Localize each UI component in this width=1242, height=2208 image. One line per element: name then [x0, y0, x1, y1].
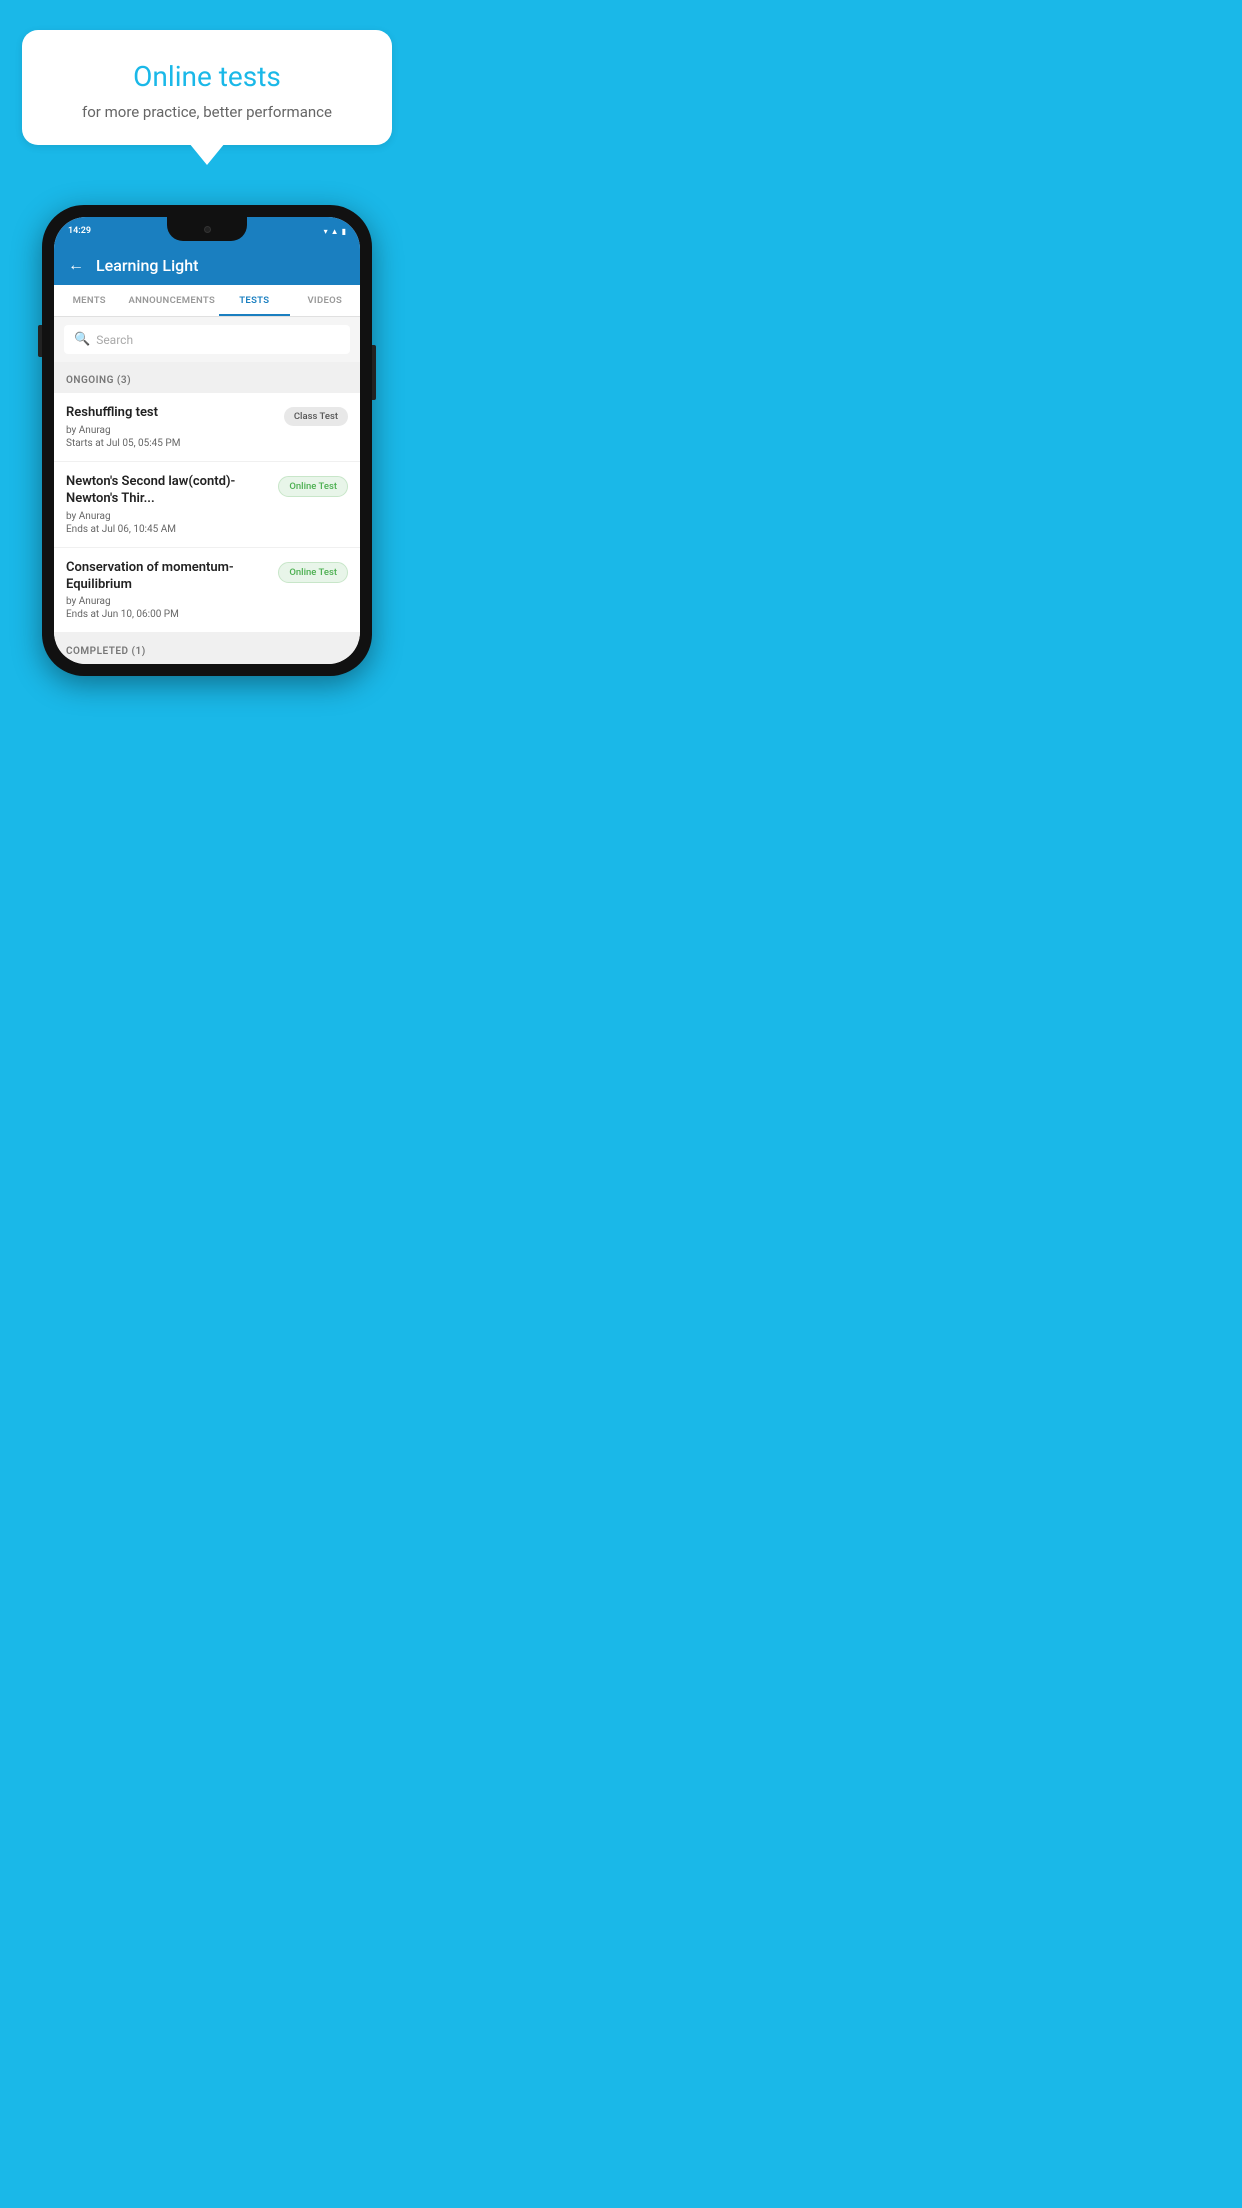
ongoing-title: ONGOING (3) [66, 375, 131, 386]
test-author-2: by Anurag [66, 511, 270, 522]
search-placeholder: Search [96, 333, 133, 347]
search-area: 🔍 Search [54, 317, 360, 362]
test-info-2: Newton's Second law(contd)-Newton's Thir… [66, 474, 270, 535]
tab-videos[interactable]: VIDEOS [290, 285, 360, 316]
test-list: Reshuffling test by Anurag Starts at Jul… [54, 393, 360, 633]
signal-icon: ▲ [331, 227, 339, 236]
test-badge-1: Class Test [284, 407, 348, 426]
tab-announcements[interactable]: ANNOUNCEMENTS [124, 285, 219, 316]
phone-screen: 14:29 ▾ ▲ ▮ ← Learning Light MENTS [54, 217, 360, 664]
camera [204, 226, 211, 233]
list-item[interactable]: Conservation of momentum-Equilibrium by … [54, 548, 360, 634]
test-badge-3: Online Test [278, 562, 348, 583]
bubble-title: Online tests [50, 60, 364, 93]
test-name-3: Conservation of momentum-Equilibrium [66, 560, 270, 594]
list-item[interactable]: Reshuffling test by Anurag Starts at Jul… [54, 393, 360, 462]
test-time-1: Starts at Jul 05, 05:45 PM [66, 438, 276, 449]
test-info-3: Conservation of momentum-Equilibrium by … [66, 560, 270, 621]
status-icons: ▾ ▲ ▮ [324, 227, 346, 236]
ongoing-section-header: ONGOING (3) [54, 362, 360, 393]
status-time: 14:29 [68, 226, 91, 236]
test-name-1: Reshuffling test [66, 405, 276, 422]
tab-tests[interactable]: TESTS [219, 285, 289, 316]
search-icon: 🔍 [74, 332, 90, 347]
app-title: Learning Light [96, 256, 198, 275]
wifi-icon: ▾ [324, 227, 328, 236]
completed-section-header: COMPLETED (1) [54, 633, 360, 664]
test-author-3: by Anurag [66, 596, 270, 607]
list-item[interactable]: Newton's Second law(contd)-Newton's Thir… [54, 462, 360, 548]
phone-mockup: 14:29 ▾ ▲ ▮ ← Learning Light MENTS [42, 205, 372, 676]
test-badge-2: Online Test [278, 476, 348, 497]
test-time-2: Ends at Jul 06, 10:45 AM [66, 524, 270, 535]
speech-bubble: Online tests for more practice, better p… [22, 30, 392, 145]
notch [167, 217, 247, 241]
test-time-3: Ends at Jun 10, 06:00 PM [66, 609, 270, 620]
search-bar[interactable]: 🔍 Search [64, 325, 350, 354]
test-author-1: by Anurag [66, 425, 276, 436]
tab-ments[interactable]: MENTS [54, 285, 124, 316]
battery-icon: ▮ [342, 227, 346, 236]
promo-section: Online tests for more practice, better p… [0, 0, 414, 155]
tabs-container: MENTS ANNOUNCEMENTS TESTS VIDEOS [54, 285, 360, 317]
test-name-2: Newton's Second law(contd)-Newton's Thir… [66, 474, 270, 508]
bubble-subtitle: for more practice, better performance [50, 103, 364, 121]
phone-outer: 14:29 ▾ ▲ ▮ ← Learning Light MENTS [42, 205, 372, 676]
completed-title: COMPLETED (1) [66, 646, 146, 657]
test-info-1: Reshuffling test by Anurag Starts at Jul… [66, 405, 276, 449]
status-bar: 14:29 ▾ ▲ ▮ [54, 217, 360, 245]
app-header: ← Learning Light [54, 245, 360, 285]
back-button[interactable]: ← [68, 255, 84, 275]
